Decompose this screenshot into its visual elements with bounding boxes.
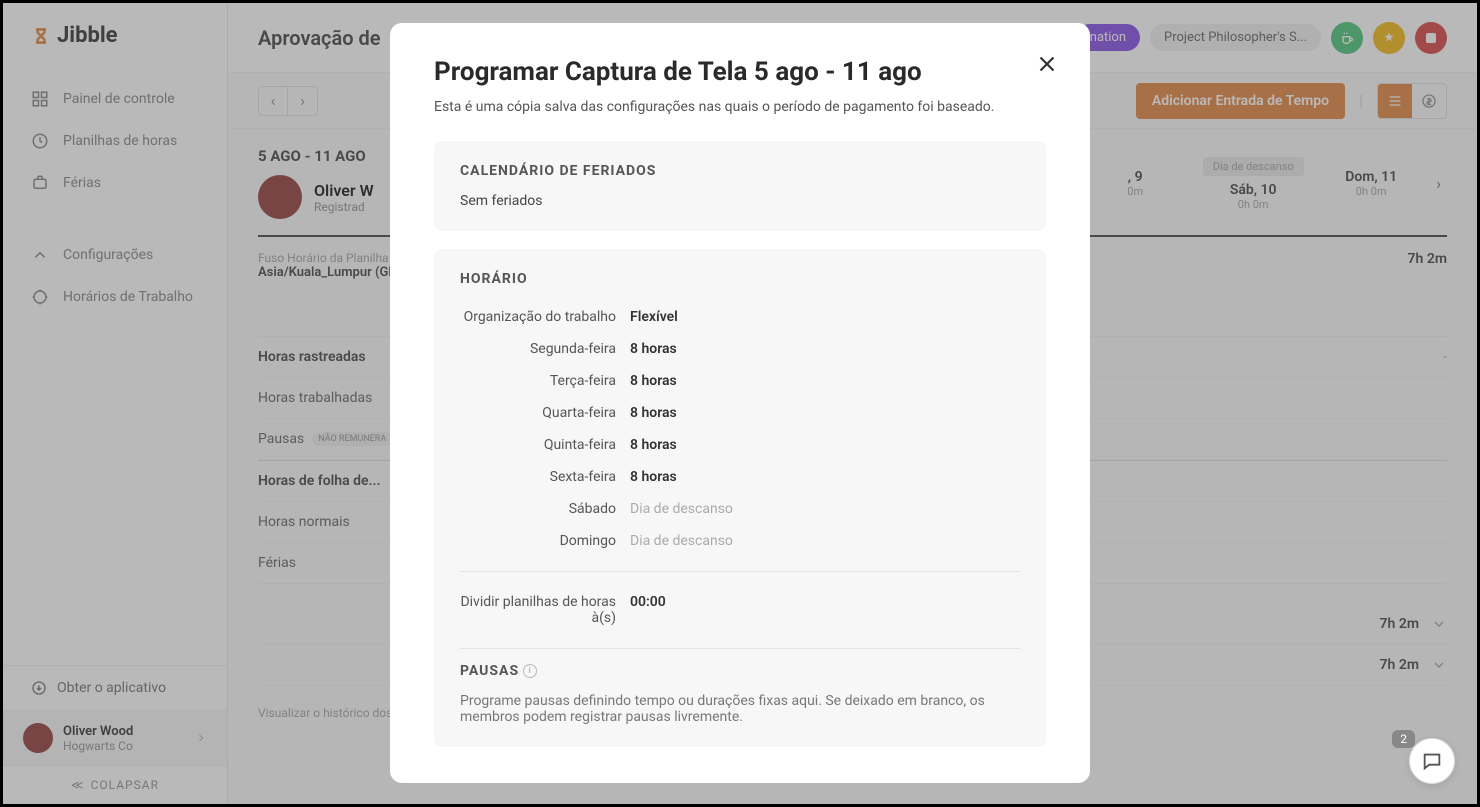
chat-icon [1421, 750, 1443, 772]
schedule-day-value: Flexível [630, 309, 678, 325]
schedule-day-label: Domingo [460, 533, 630, 549]
schedule-row: Quarta-feira8 horas [460, 397, 1020, 429]
schedule-title: HORÁRIO [460, 271, 1020, 287]
split-row: Dividir planilhas de horas à(s) 00:00 [460, 586, 1020, 634]
breaks-body: Programe pausas definindo tempo ou duraç… [460, 693, 1020, 725]
schedule-day-label: Sexta-feira [460, 469, 630, 485]
schedule-row: Terça-feira8 horas [460, 365, 1020, 397]
close-icon[interactable] [1034, 51, 1060, 77]
schedule-day-value: Dia de descanso [630, 501, 733, 517]
divider [460, 648, 1020, 649]
schedule-row: Organização do trabalhoFlexível [460, 301, 1020, 333]
schedule-day-value: 8 horas [630, 405, 677, 421]
split-label: Dividir planilhas de horas à(s) [460, 594, 630, 626]
schedule-day-value: 8 horas [630, 469, 677, 485]
info-icon[interactable]: i [523, 664, 537, 678]
schedule-day-value: Dia de descanso [630, 533, 733, 549]
modal-title: Programar Captura de Tela 5 ago - 11 ago [434, 57, 1046, 87]
schedule-day-value: 8 horas [630, 341, 677, 357]
schedule-row: SábadoDia de descanso [460, 493, 1020, 525]
schedule-row: Quinta-feira8 horas [460, 429, 1020, 461]
schedule-day-label: Quinta-feira [460, 437, 630, 453]
divider [460, 571, 1020, 572]
holiday-card: CALENDÁRIO DE FERIADOS Sem feriados [434, 141, 1046, 231]
schedule-day-value: 8 horas [630, 373, 677, 389]
schedule-snapshot-modal: Programar Captura de Tela 5 ago - 11 ago… [390, 23, 1090, 783]
schedule-card: HORÁRIO Organização do trabalhoFlexívelS… [434, 249, 1046, 747]
modal-overlay[interactable]: Programar Captura de Tela 5 ago - 11 ago… [3, 3, 1477, 804]
holiday-title: CALENDÁRIO DE FERIADOS [460, 163, 1020, 179]
split-value: 00:00 [630, 594, 666, 610]
schedule-day-label: Segunda-feira [460, 341, 630, 357]
schedule-day-label: Sábado [460, 501, 630, 517]
breaks-title: PAUSASi [460, 663, 1020, 679]
schedule-day-label: Organização do trabalho [460, 309, 630, 325]
modal-subtitle: Esta é uma cópia salva das configurações… [434, 99, 1046, 115]
chat-widget[interactable] [1409, 738, 1455, 784]
schedule-row: Segunda-feira8 horas [460, 333, 1020, 365]
schedule-day-label: Terça-feira [460, 373, 630, 389]
schedule-day-value: 8 horas [630, 437, 677, 453]
schedule-row: Sexta-feira8 horas [460, 461, 1020, 493]
schedule-day-label: Quarta-feira [460, 405, 630, 421]
chat-badge: 2 [1392, 730, 1415, 748]
schedule-row: DomingoDia de descanso [460, 525, 1020, 557]
holiday-body: Sem feriados [460, 193, 1020, 209]
